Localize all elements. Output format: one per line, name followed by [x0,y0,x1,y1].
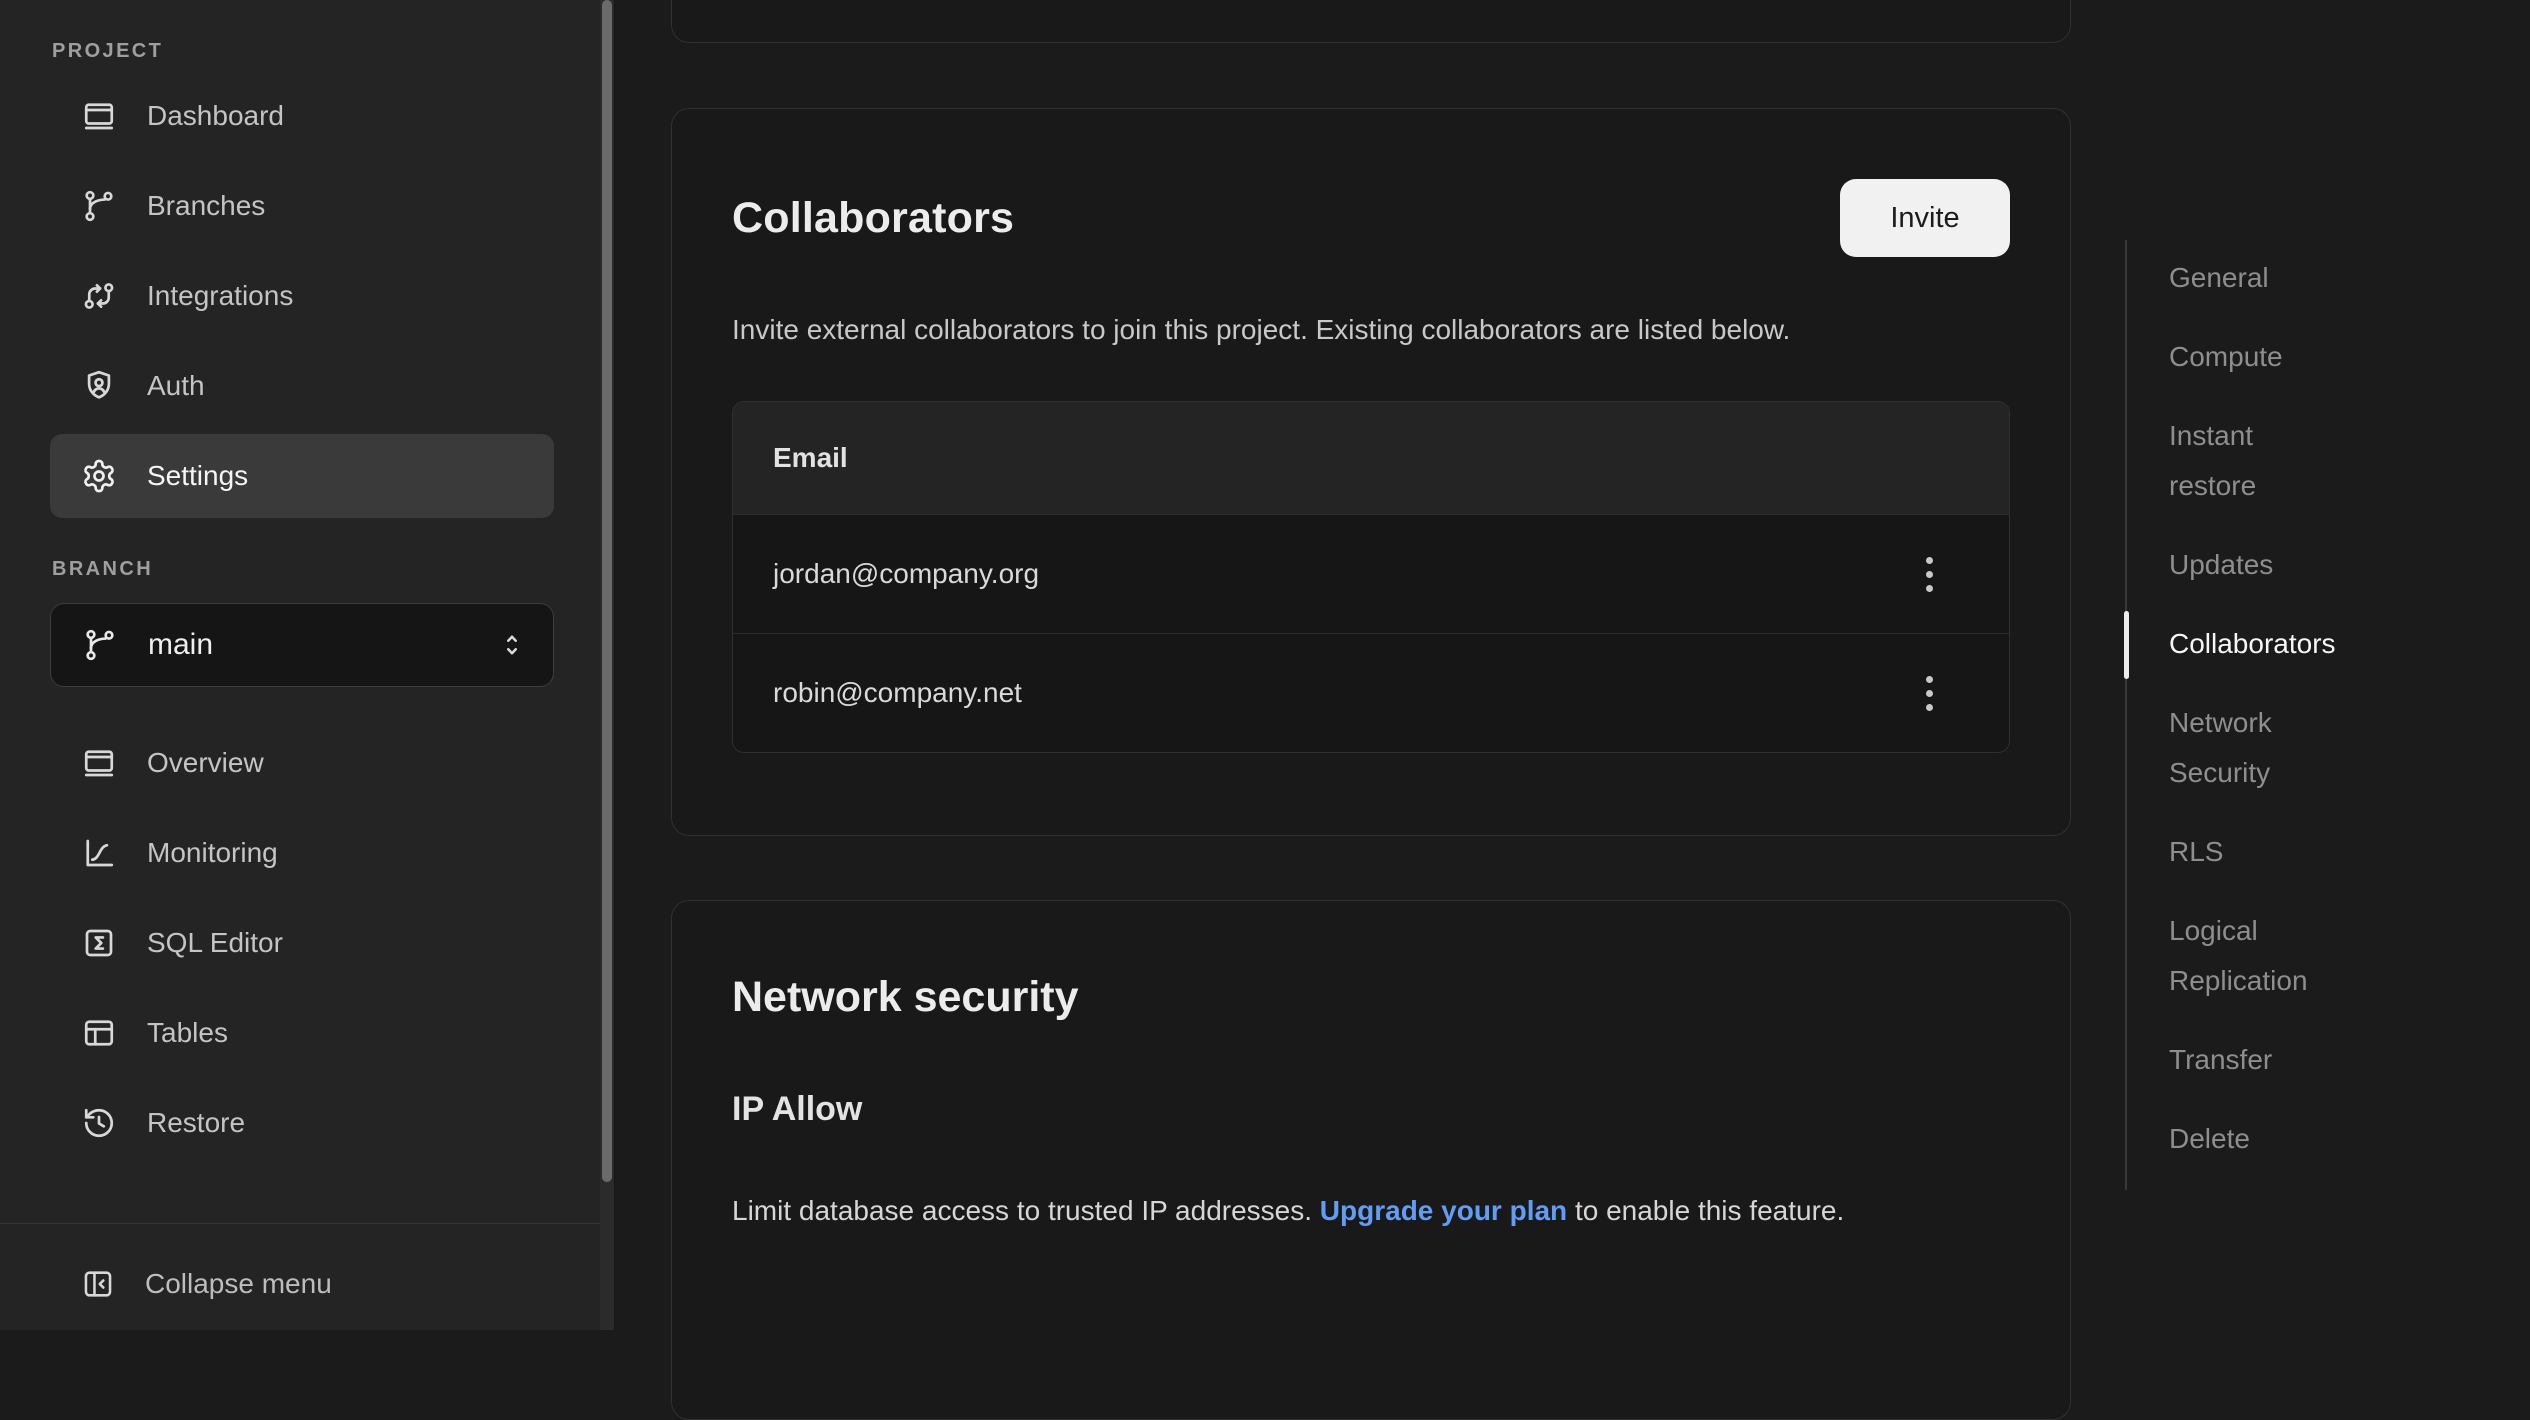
sidebar-item-auth[interactable]: Auth [50,341,554,431]
collapse-menu-button[interactable]: Collapse menu [50,1248,554,1320]
sidebar-item-label: Branches [147,190,265,222]
description-text: Limit database access to trusted IP addr… [732,1195,1320,1226]
chevron-up-down-icon [497,630,527,660]
sidebar: PROJECT Dashboard Branches Integrations … [0,0,600,1330]
sidebar-item-label: Auth [147,370,205,402]
sidebar-item-label: Integrations [147,280,293,312]
anchor-instant-restore[interactable]: Instant restore [2125,411,2455,511]
history-clock-icon [81,1105,117,1141]
branch-section-label: BRANCH [52,558,600,581]
collaborator-email: robin@company.net [773,677,1022,709]
sidebar-divider [0,1223,600,1224]
branch-selector-value: main [148,628,467,662]
sidebar-item-label: Restore [147,1107,245,1139]
git-branch-icon [81,188,117,224]
table-header-email: Email [733,402,2009,514]
sidebar-item-integrations[interactable]: Integrations [50,251,554,341]
sidebar-item-label: Tables [147,1017,228,1049]
anchor-transfer[interactable]: Transfer [2125,1035,2455,1085]
gear-icon [81,458,117,494]
table-icon [81,1015,117,1051]
branch-selector[interactable]: main [50,603,554,687]
sidebar-item-settings[interactable]: Settings [50,434,554,518]
sidebar-item-label: Overview [147,747,264,779]
row-menu-kebab-icon[interactable] [1916,666,1943,721]
sidebar-item-label: Dashboard [147,100,284,132]
git-branch-icon [82,627,118,663]
row-menu-kebab-icon[interactable] [1916,547,1943,602]
sidebar-item-restore[interactable]: Restore [50,1078,554,1168]
sidebar-item-label: Settings [147,460,248,492]
upgrade-plan-link[interactable]: Upgrade your plan [1320,1195,1567,1226]
invite-button[interactable]: Invite [1840,179,2010,257]
sidebar-item-dashboard[interactable]: Dashboard [50,71,554,161]
sidebar-item-label: SQL Editor [147,927,283,959]
browser-icon [81,745,117,781]
integrations-icon [81,278,117,314]
collaborators-card: Collaborators Invite Invite external col… [671,108,2071,836]
sidebar-scrollbar-track [600,0,615,1330]
anchor-collaborators[interactable]: Collaborators [2125,619,2455,669]
browser-icon [81,98,117,134]
anchor-general[interactable]: General [2125,253,2455,303]
sidebar-item-overview[interactable]: Overview [50,718,554,808]
anchor-rls[interactable]: RLS [2125,827,2455,877]
anchor-network-security[interactable]: Network Security [2125,698,2455,798]
table-row: jordan@company.org [733,514,2009,633]
project-nav: Dashboard Branches Integrations Auth Set… [50,71,554,518]
project-section-label: PROJECT [52,40,600,63]
branch-nav: Overview Monitoring SQL Editor Tables Re… [50,718,554,1168]
sidebar-item-branches[interactable]: Branches [50,161,554,251]
description-text: to enable this feature. [1567,1195,1844,1226]
ip-allow-subtitle: IP Allow [732,1087,2010,1131]
sidebar-item-label: Monitoring [147,837,278,869]
anchor-delete[interactable]: Delete [2125,1114,2455,1164]
panel-collapse-icon [81,1267,115,1301]
anchor-logical-replication[interactable]: Logical Replication [2125,906,2455,1006]
collapse-menu-label: Collapse menu [145,1268,332,1300]
collaborators-card-header: Collaborators Invite [732,179,2010,257]
shield-user-icon [81,368,117,404]
ip-allow-description: Limit database access to trusted IP addr… [732,1187,1992,1235]
sidebar-item-sql-editor[interactable]: SQL Editor [50,898,554,988]
table-row: robin@company.net [733,633,2009,752]
collaborator-email: jordan@company.org [773,558,1039,590]
network-security-title: Network security [732,971,2010,1023]
collaborators-title: Collaborators [732,192,1014,244]
collaborators-table: Email jordan@company.org robin@company.n… [732,401,2010,753]
sidebar-item-monitoring[interactable]: Monitoring [50,808,554,898]
sql-editor-icon [81,925,117,961]
anchor-updates[interactable]: Updates [2125,540,2455,590]
chart-curve-icon [81,835,117,871]
collaborators-description: Invite external collaborators to join th… [732,305,1982,355]
sidebar-item-tables[interactable]: Tables [50,988,554,1078]
anchor-compute[interactable]: Compute [2125,332,2455,382]
previous-card-partial [671,0,2071,43]
network-security-card: Network security IP Allow Limit database… [671,900,2071,1420]
settings-anchor-nav: General Compute Instant restore Updates … [2125,253,2455,1193]
sidebar-scrollbar-thumb[interactable] [602,0,612,1182]
